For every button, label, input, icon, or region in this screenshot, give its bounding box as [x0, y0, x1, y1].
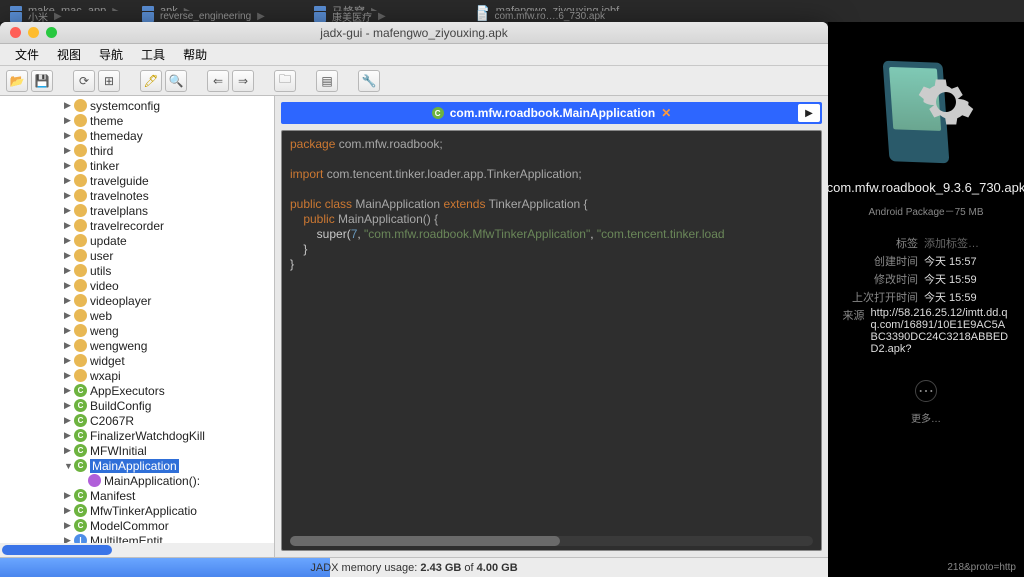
tree-item-utils[interactable]: ▶utils: [0, 263, 274, 278]
editor-pane: com.mfw.roadbook.MainApplication ✕ ▶ pac…: [275, 96, 828, 557]
tree-item-video[interactable]: ▶video: [0, 278, 274, 293]
search-text-button[interactable]: 🖊: [140, 70, 162, 92]
flatten-button[interactable]: ⊞: [98, 70, 120, 92]
menubar[interactable]: 文件 视图 导航 工具 帮助: [0, 44, 828, 66]
editor-tab-bar[interactable]: com.mfw.roadbook.MainApplication ✕ ▶: [281, 102, 822, 124]
window-controls[interactable]: [0, 27, 57, 38]
sync-button[interactable]: ⟳: [73, 70, 95, 92]
tree-horizontal-scrollbar[interactable]: [0, 543, 274, 557]
titlebar[interactable]: jadx-gui - mafengwo_ziyouxing.apk: [0, 22, 828, 44]
menu-view[interactable]: 视图: [48, 46, 90, 63]
more-button[interactable]: ⋯: [915, 380, 937, 402]
log-button[interactable]: ▤: [316, 70, 338, 92]
more-label[interactable]: 更多…: [911, 410, 941, 425]
jadx-window: jadx-gui - mafengwo_ziyouxing.apk 文件 视图 …: [0, 22, 828, 577]
class-icon: [432, 107, 444, 119]
menu-tools[interactable]: 工具: [132, 46, 174, 63]
info-footer: 218&proto=http: [947, 562, 1016, 573]
tree-item-travelrecorder[interactable]: ▶travelrecorder: [0, 218, 274, 233]
add-tags-field[interactable]: 添加标签…: [924, 235, 979, 251]
tree-item-widget[interactable]: ▶widget: [0, 353, 274, 368]
package-tree[interactable]: ▶systemconfig▶theme▶themeday▶third▶tinke…: [0, 96, 275, 557]
toolbar: 📂 💾 ⟳ ⊞ 🖊 🔍 ⇐ ⇒ 🗀 ▤ 🔧: [0, 66, 828, 96]
code-horizontal-scrollbar[interactable]: [290, 536, 813, 546]
tree-item-MfwTinkerApplicatio[interactable]: ▶MfwTinkerApplicatio: [0, 503, 274, 518]
run-icon[interactable]: ▶: [798, 104, 820, 122]
menu-file[interactable]: 文件: [6, 46, 48, 63]
minimize-icon[interactable]: [28, 27, 39, 38]
tree-item-update[interactable]: ▶update: [0, 233, 274, 248]
prefs-button[interactable]: 🔧: [358, 70, 380, 92]
tree-item-travelplans[interactable]: ▶travelplans: [0, 203, 274, 218]
tree-item-wengweng[interactable]: ▶wengweng: [0, 338, 274, 353]
tree-item-systemconfig[interactable]: ▶systemconfig: [0, 98, 274, 113]
tree-item-travelguide[interactable]: ▶travelguide: [0, 173, 274, 188]
tree-item-theme[interactable]: ▶theme: [0, 113, 274, 128]
close-icon[interactable]: [10, 27, 21, 38]
info-kind: Android Package－75 MB: [868, 203, 983, 218]
close-tab-icon[interactable]: ✕: [661, 106, 671, 120]
tree-item-FinalizerWatchdogKill[interactable]: ▶FinalizerWatchdogKill: [0, 428, 274, 443]
menu-help[interactable]: 帮助: [174, 46, 216, 63]
zoom-icon[interactable]: [46, 27, 57, 38]
tree-item-AppExecutors[interactable]: ▶AppExecutors: [0, 383, 274, 398]
tree-item-themeday[interactable]: ▶themeday: [0, 128, 274, 143]
menu-nav[interactable]: 导航: [90, 46, 132, 63]
tree-item-mainapplication[interactable]: ▼MainApplication: [0, 458, 274, 473]
tree-item-user[interactable]: ▶user: [0, 248, 274, 263]
save-all-button[interactable]: 💾: [31, 70, 53, 92]
tree-item-travelnotes[interactable]: ▶travelnotes: [0, 188, 274, 203]
tree-item-ModelCommor[interactable]: ▶ModelCommor: [0, 518, 274, 533]
tree-item-C2067R[interactable]: ▶C2067R: [0, 413, 274, 428]
nav-back-button[interactable]: ⇐: [207, 70, 229, 92]
window-title: jadx-gui - mafengwo_ziyouxing.apk: [0, 26, 828, 40]
tree-item-Manifest[interactable]: ▶Manifest: [0, 488, 274, 503]
apk-preview-icon: [876, 62, 976, 172]
nav-forward-button[interactable]: ⇒: [232, 70, 254, 92]
tree-item-web[interactable]: ▶web: [0, 308, 274, 323]
code-view[interactable]: package com.mfw.roadbook; import com.ten…: [281, 130, 822, 551]
gear-icon: [916, 72, 976, 132]
info-filename: com.mfw.roadbook_9.3.6_730.apk: [821, 180, 1024, 195]
open-file-button[interactable]: 📂: [6, 70, 28, 92]
deobfuscate-button[interactable]: 🗀: [274, 70, 296, 92]
status-bar: JADX memory usage: 2.43 GB of 4.00 GB: [0, 557, 828, 577]
search-class-button[interactable]: 🔍: [165, 70, 187, 92]
tab-title[interactable]: com.mfw.roadbook.MainApplication: [450, 106, 656, 120]
tree-item-third[interactable]: ▶third: [0, 143, 274, 158]
memory-bar[interactable]: [0, 558, 330, 577]
file-info-panel: com.mfw.roadbook_9.3.6_730.apk Android P…: [828, 22, 1024, 577]
tree-item-weng[interactable]: ▶weng: [0, 323, 274, 338]
tree-item-BuildConfig[interactable]: ▶BuildConfig: [0, 398, 274, 413]
tree-item-tinker[interactable]: ▶tinker: [0, 158, 274, 173]
tree-item-videoplayer[interactable]: ▶videoplayer: [0, 293, 274, 308]
background-finder-row-2: 小米▶ reverse_engineering▶ 康美医疗▶ 📄 com.mfw…: [0, 11, 666, 22]
tree-item-MFWInitial[interactable]: ▶MFWInitial: [0, 443, 274, 458]
tree-item-mainapplication-ctor[interactable]: MainApplication():: [0, 473, 274, 488]
tree-item-wxapi[interactable]: ▶wxapi: [0, 368, 274, 383]
